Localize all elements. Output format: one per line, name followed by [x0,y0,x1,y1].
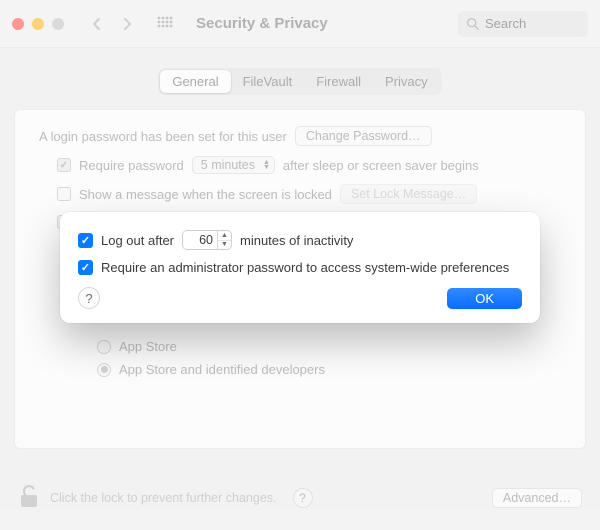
show-all-button[interactable] [152,12,178,36]
change-password-button[interactable]: Change Password… [295,126,432,146]
require-password-delay-value: 5 minutes [201,158,255,172]
show-message-row: Show a message when the screen is locked… [57,184,567,204]
tab-privacy[interactable]: Privacy [373,70,440,93]
tab-filevault[interactable]: FileVault [231,70,305,93]
window-title: Security & Privacy [196,15,328,32]
tab-firewall[interactable]: Firewall [304,70,373,93]
set-lock-message-button: Set Lock Message… [340,184,477,204]
footer-help-button[interactable]: ? [293,488,313,508]
allow-app-store-row: App Store [97,339,567,354]
preferences-window: Security & Privacy General FileVault Fir… [0,0,600,530]
allow-identified-radio[interactable] [97,363,111,377]
titlebar: Security & Privacy [0,0,600,48]
grid-icon [157,16,173,32]
forward-button [114,12,140,36]
admin-password-label: Require an administrator password to acc… [101,260,509,275]
search-input[interactable] [485,16,575,31]
require-password-label: Require password [79,158,184,173]
admin-password-checkbox[interactable] [78,260,93,275]
show-message-label: Show a message when the screen is locked [79,187,332,202]
allow-app-store-radio[interactable] [97,340,111,354]
logout-minutes-input[interactable] [183,231,217,249]
footer: Click the lock to prevent further change… [0,466,600,530]
logout-row: Log out after ▲ ▼ minutes of inactivity [78,230,522,250]
login-password-text: A login password has been set for this u… [39,129,287,144]
require-password-row: Require password 5 minutes ▲▼ after slee… [57,156,567,174]
minimize-window-button[interactable] [32,18,44,30]
logout-suffix: minutes of inactivity [240,233,353,248]
advanced-button[interactable]: Advanced… [492,488,582,508]
ok-button[interactable]: OK [447,288,522,309]
stepper-arrows[interactable]: ▲ ▼ [217,231,231,249]
allow-identified-label: App Store and identified developers [119,362,325,377]
lock-hint-text: Click the lock to prevent further change… [50,491,277,505]
chevron-right-icon [122,17,132,31]
require-password-suffix: after sleep or screen saver begins [283,158,479,173]
logout-checkbox[interactable] [78,233,93,248]
allow-apps-radios: App Store App Store and identified devel… [97,339,567,377]
tab-bar: General FileVault Firewall Privacy [14,68,586,95]
sheet-help-button[interactable]: ? [78,287,100,309]
logout-minutes-stepper[interactable]: ▲ ▼ [182,230,232,250]
segmented-control: General FileVault Firewall Privacy [158,68,441,95]
admin-password-row: Require an administrator password to acc… [78,260,522,275]
unlock-icon [18,483,40,509]
allow-identified-row: App Store and identified developers [97,362,567,377]
login-password-row: A login password has been set for this u… [39,126,567,146]
nav-buttons [84,12,140,36]
window-controls [12,18,64,30]
zoom-window-button [52,18,64,30]
show-message-checkbox[interactable] [57,187,71,201]
require-password-delay-select[interactable]: 5 minutes ▲▼ [192,156,275,174]
stepper-down-icon[interactable]: ▼ [218,241,231,250]
back-button[interactable] [84,12,110,36]
stepper-up-icon[interactable]: ▲ [218,231,231,241]
allow-app-store-label: App Store [119,339,177,354]
advanced-sheet: Log out after ▲ ▼ minutes of inactivity … [60,212,540,323]
logout-prefix: Log out after [101,233,174,248]
tab-general[interactable]: General [160,70,230,93]
sheet-footer: ? OK [78,287,522,309]
lock-button[interactable] [18,483,40,514]
close-window-button[interactable] [12,18,24,30]
chevron-left-icon [92,17,102,31]
search-icon [466,17,479,30]
require-password-checkbox[interactable] [57,158,71,172]
search-field[interactable] [458,11,588,37]
updown-icon: ▲▼ [263,160,270,170]
